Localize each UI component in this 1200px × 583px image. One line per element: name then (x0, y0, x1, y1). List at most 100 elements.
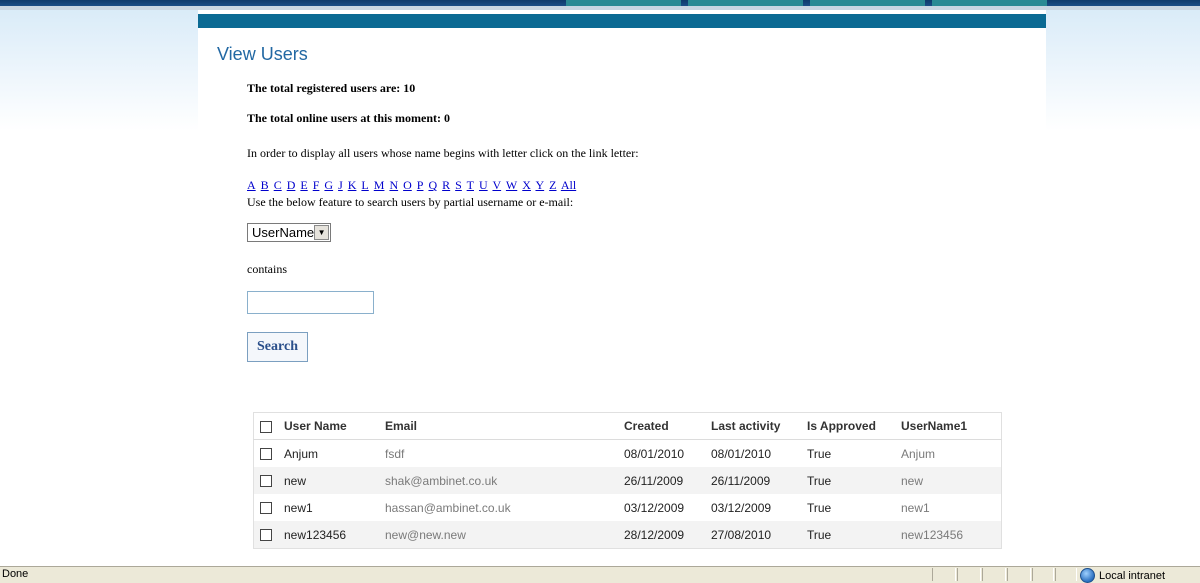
nav-tab-3[interactable] (810, 0, 925, 6)
search-instruction: Use the below feature to search users by… (247, 195, 574, 209)
dropdown-arrow-icon[interactable]: ▼ (314, 225, 329, 240)
letter-link-x[interactable]: X (522, 178, 531, 192)
letter-link-f[interactable]: F (313, 178, 320, 192)
cell-username1: new1 (901, 500, 930, 515)
cell-username1: Anjum (901, 446, 936, 461)
contains-label: contains (247, 262, 287, 276)
column-header-username1[interactable]: UserName1 (901, 412, 1002, 440)
cell-created: 08/01/2010 (624, 446, 685, 461)
letter-link-v[interactable]: V (492, 178, 501, 192)
letter-link-a[interactable]: A (247, 178, 256, 192)
search-input[interactable] (247, 291, 374, 314)
table-row: new shak@ambinet.co.uk 26/11/2009 26/11/… (253, 467, 1002, 494)
letter-link-l[interactable]: L (361, 178, 368, 192)
letter-link-k[interactable]: K (348, 178, 357, 192)
letter-link-all[interactable]: All (561, 178, 576, 192)
search-field-select-value: UserName (252, 225, 315, 240)
status-pane (932, 568, 956, 581)
cell-username1: new123456 (901, 521, 1002, 549)
cell-username: new1 (284, 500, 313, 515)
letter-link-q[interactable]: Q (428, 178, 437, 192)
cell-email: hassan@ambinet.co.uk (385, 500, 511, 515)
cell-created: 28/12/2009 (624, 521, 711, 549)
cell-is-approved: True (807, 467, 901, 494)
status-pane (957, 568, 981, 581)
globe-icon (1080, 568, 1095, 583)
status-text: Done (2, 568, 29, 580)
top-bar-shade (0, 6, 1200, 10)
right-background (1046, 8, 1200, 568)
letter-link-e[interactable]: E (300, 178, 307, 192)
select-all-checkbox[interactable] (260, 420, 272, 433)
table-row: new1 hassan@ambinet.co.uk 03/12/2009 03/… (254, 494, 1002, 521)
letter-link-u[interactable]: U (479, 178, 488, 192)
cell-username: new123456 (284, 521, 385, 549)
letter-link-b[interactable]: B (261, 178, 269, 192)
row-checkbox[interactable] (260, 448, 272, 461)
cell-email: new@new.new (385, 521, 624, 549)
row-checkbox[interactable] (260, 529, 272, 542)
browser-status-bar: Done Local intranet (0, 566, 1200, 583)
total-registered-users: The total registered users are: 10 (247, 81, 416, 95)
row-checkbox[interactable] (260, 475, 272, 488)
select-all-cell (253, 412, 284, 440)
nav-tab-2[interactable] (688, 0, 803, 6)
nav-tab-1[interactable] (566, 0, 681, 6)
letter-link-t[interactable]: T (467, 178, 474, 192)
letter-link-m[interactable]: M (374, 178, 385, 192)
letter-links: A B C D E F G J K L M N O P Q R S T U V … (247, 178, 578, 193)
letter-link-g[interactable]: G (324, 178, 333, 192)
column-header-last-activity[interactable]: Last activity (711, 412, 807, 440)
letter-link-o[interactable]: O (403, 178, 412, 192)
letter-link-j[interactable]: J (338, 178, 343, 192)
cell-email: fsdf (385, 446, 405, 461)
column-header-created[interactable]: Created (624, 412, 711, 440)
column-header-username[interactable]: User Name (284, 412, 385, 440)
letter-link-z[interactable]: Z (549, 178, 556, 192)
column-header-email[interactable]: Email (385, 412, 624, 440)
letter-link-w[interactable]: W (506, 178, 517, 192)
table-row: Anjum fsdf 08/01/2010 08/01/2010 True An… (254, 440, 1002, 468)
letter-link-c[interactable]: C (274, 178, 282, 192)
security-zone[interactable]: Local intranet (1080, 568, 1165, 583)
search-field-select[interactable]: UserName ▼ (247, 223, 331, 242)
status-pane (1007, 568, 1031, 581)
cell-created: 26/11/2009 (624, 467, 711, 494)
users-table: User Name Email Created Last activity Is… (253, 412, 1002, 549)
content-header-band (198, 14, 1046, 28)
cell-last-activity: 08/01/2010 (711, 446, 772, 461)
letter-link-y[interactable]: Y (535, 178, 544, 192)
table-header-row: User Name Email Created Last activity Is… (253, 412, 1002, 440)
cell-username: new (284, 467, 385, 494)
column-header-is-approved[interactable]: Is Approved (807, 412, 901, 440)
row-checkbox-cell (253, 467, 284, 494)
content-panel: View Users The total registered users ar… (198, 14, 1046, 568)
status-pane (1032, 568, 1054, 581)
cell-is-approved: True (807, 521, 901, 549)
row-checkbox-cell (254, 494, 285, 521)
left-background (0, 8, 198, 568)
security-zone-label: Local intranet (1099, 569, 1166, 582)
nav-tab-4[interactable] (932, 0, 1047, 6)
letter-link-d[interactable]: D (287, 178, 296, 192)
status-pane (1055, 568, 1077, 581)
row-checkbox-cell (254, 440, 285, 468)
letter-instruction: In order to display all users whose name… (247, 146, 639, 160)
cell-last-activity: 03/12/2009 (711, 500, 772, 515)
cell-last-activity: 27/08/2010 (711, 521, 807, 549)
letter-link-p[interactable]: P (417, 178, 424, 192)
search-button[interactable]: Search (247, 332, 308, 362)
letter-link-r[interactable]: R (442, 178, 450, 192)
row-checkbox-cell (253, 521, 284, 549)
status-pane (982, 568, 1006, 581)
cell-username1: new (901, 467, 1002, 494)
table-row: new123456 new@new.new 28/12/2009 27/08/2… (253, 521, 1002, 549)
cell-last-activity: 26/11/2009 (711, 467, 807, 494)
letter-link-n[interactable]: N (389, 178, 398, 192)
cell-email: shak@ambinet.co.uk (385, 467, 624, 494)
letter-link-s[interactable]: S (455, 178, 462, 192)
cell-username: Anjum (284, 446, 319, 461)
cell-is-approved: True (807, 500, 832, 515)
total-online-users: The total online users at this moment: 0 (247, 111, 450, 125)
row-checkbox[interactable] (260, 502, 272, 515)
